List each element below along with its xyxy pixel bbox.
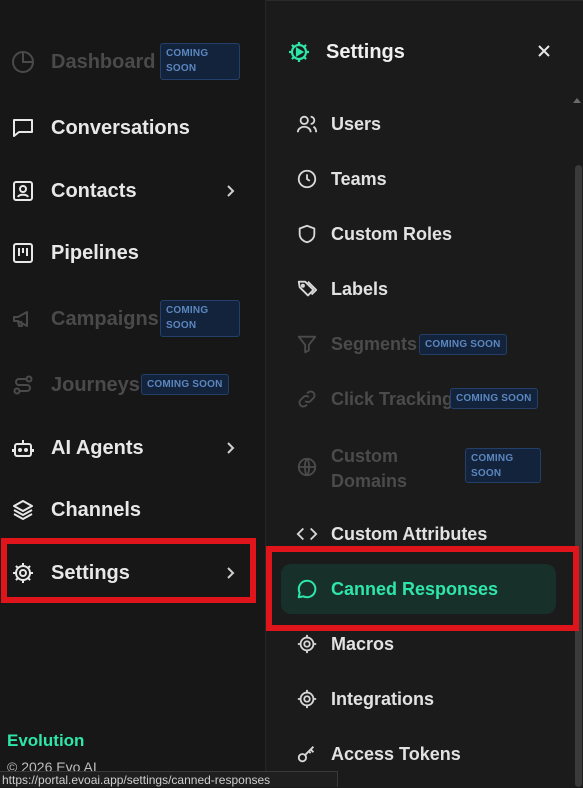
pie-chart-icon (11, 50, 35, 74)
settings-item-custom-domains[interactable]: Custom Domains COMING SOON (280, 441, 557, 501)
settings-item-macros[interactable]: Macros (280, 621, 557, 669)
settings-item-canned-responses[interactable]: Canned Responses (281, 564, 556, 614)
settings-item-label: Click Tracking (331, 389, 454, 409)
scroll-up-arrow-icon (573, 98, 581, 103)
sidebar-item-label: Contacts (51, 179, 137, 202)
key-icon (296, 743, 318, 765)
sidebar-item-label: Campaigns (51, 307, 159, 330)
sidebar-item-channels[interactable]: Channels (0, 485, 262, 535)
users-icon (296, 113, 318, 135)
chat-icon (11, 116, 35, 140)
chevron-right-icon (223, 566, 237, 580)
settings-item-integrations[interactable]: Integrations (280, 676, 557, 724)
contact-card-icon (11, 179, 35, 203)
gear-icon (11, 561, 35, 585)
coming-soon-badge: COMING SOON (419, 334, 507, 355)
chevron-right-icon (223, 441, 237, 455)
settings-item-label: Canned Responses (331, 579, 499, 599)
sidebar-item-label: Journeys (51, 373, 140, 396)
settings-item-label: Custom Roles (331, 224, 453, 244)
settings-item-label: Teams (331, 169, 387, 189)
coming-soon-badge: COMING SOON (160, 300, 240, 337)
sidebar-item-campaigns[interactable]: Campaigns COMING SOON (0, 294, 262, 344)
sidebar-item-contacts[interactable]: Contacts (0, 166, 262, 216)
sidebar-item-conversations[interactable]: Conversations (0, 103, 262, 153)
code-icon (296, 523, 318, 545)
coming-soon-badge: COMING SOON (450, 388, 538, 409)
settings-gear-icon (287, 40, 311, 64)
bot-icon (11, 436, 35, 460)
settings-item-custom-roles[interactable]: Custom Roles (280, 211, 557, 259)
layers-icon (11, 498, 35, 522)
tags-icon (296, 278, 318, 300)
link-icon (296, 388, 318, 410)
settings-item-click-tracking[interactable]: Click Tracking COMING SOON (280, 376, 557, 424)
settings-item-label: Custom Attributes (331, 524, 488, 544)
scrollbar-thumb[interactable] (575, 165, 582, 787)
shield-icon (296, 223, 318, 245)
settings-item-label: Labels (331, 279, 389, 299)
gear-icon (296, 633, 318, 655)
settings-item-label: Access Tokens (331, 744, 461, 764)
sidebar-item-dashboard[interactable]: Dashboard COMING SOON (0, 37, 262, 87)
settings-item-label: Macros (331, 634, 395, 654)
chevron-right-icon (223, 184, 237, 198)
sidebar-item-label: Settings (51, 561, 130, 584)
sidebar-item-label: Channels (51, 498, 142, 521)
sidebar-item-settings[interactable]: Settings (0, 548, 262, 598)
megaphone-icon (11, 307, 35, 331)
settings-panel: Settings Users Teams Custom Roles Labels… (266, 0, 583, 788)
main-sidebar: Dashboard COMING SOON Conversations Conta… (0, 0, 266, 787)
settings-header: Settings (266, 31, 583, 75)
close-icon[interactable] (537, 44, 551, 58)
coming-soon-badge: COMING SOON (160, 43, 240, 80)
sidebar-item-ai-agents[interactable]: AI Agents (0, 423, 262, 473)
sidebar-item-label: Conversations (51, 116, 190, 139)
sidebar-item-label: Pipelines (51, 241, 139, 264)
sidebar-item-pipelines[interactable]: Pipelines (0, 228, 262, 278)
settings-item-label: Integrations (331, 689, 435, 709)
settings-item-label: Segments (331, 334, 418, 354)
brand-name: Evolution (7, 731, 85, 750)
gear-icon (296, 688, 318, 710)
kanban-icon (11, 241, 35, 265)
coming-soon-badge: COMING SOON (141, 374, 229, 395)
settings-item-segments[interactable]: Segments COMING SOON (280, 321, 557, 369)
clock-icon (296, 168, 318, 190)
coming-soon-badge: COMING SOON (465, 448, 541, 483)
settings-title: Settings (326, 41, 405, 63)
settings-item-custom-attributes[interactable]: Custom Attributes (280, 511, 557, 559)
sidebar-item-journeys[interactable]: Journeys COMING SOON (0, 360, 262, 410)
route-icon (11, 373, 35, 397)
settings-item-labels[interactable]: Labels (280, 266, 557, 314)
sidebar-item-label: AI Agents (51, 436, 144, 459)
settings-item-teams[interactable]: Teams (280, 156, 557, 204)
filter-icon (296, 333, 318, 355)
settings-item-label: Custom Domains (331, 446, 408, 491)
message-circle-icon (296, 578, 318, 600)
settings-item-users[interactable]: Users (280, 101, 557, 149)
link-status-bar: https://portal.evoai.app/settings/canned… (0, 771, 338, 787)
sidebar-item-label: Dashboard (51, 50, 156, 73)
globe-icon (296, 456, 318, 478)
settings-item-label: Users (331, 114, 382, 134)
